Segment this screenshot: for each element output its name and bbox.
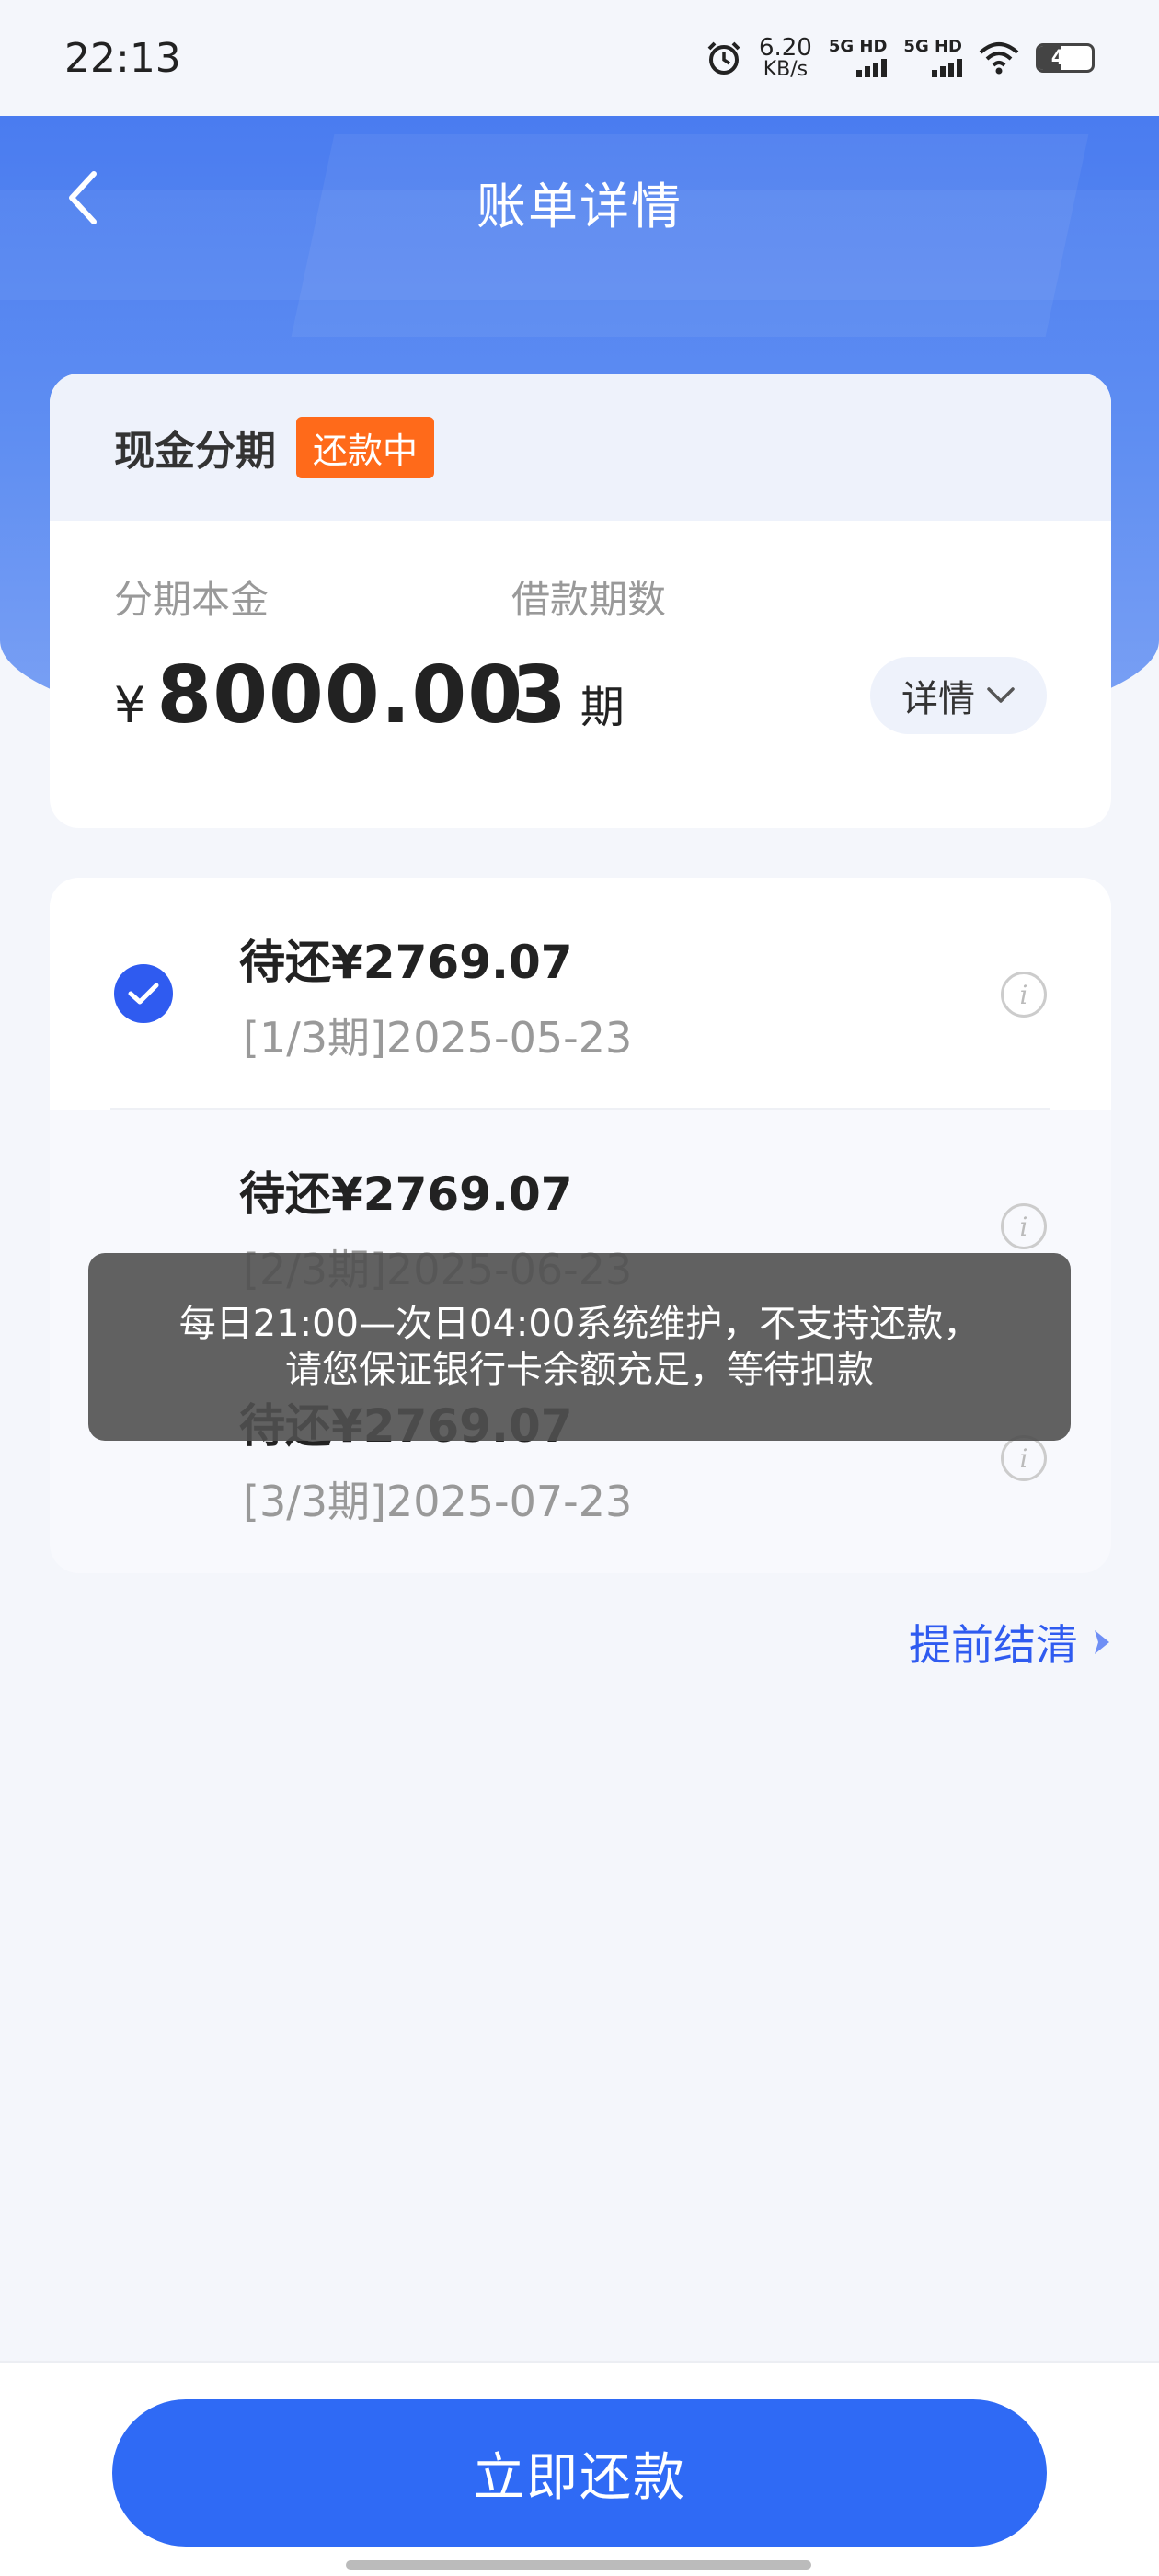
checkbox-checked-icon[interactable] bbox=[114, 964, 173, 1023]
info-icon[interactable]: i bbox=[1001, 1435, 1047, 1481]
battery-icon: 43 bbox=[1036, 43, 1095, 73]
maintenance-toast: 每日21:00—次日04:00系统维护，不支持还款， 请您保证银行卡余额充足，等… bbox=[88, 1253, 1071, 1441]
status-icons: 6.20 KB/s 5G HD 5G HD 43 bbox=[706, 36, 1095, 80]
home-indicator[interactable] bbox=[346, 2560, 811, 2570]
wifi-icon bbox=[979, 41, 1019, 75]
early-settle-label: 提前结清 bbox=[909, 1620, 1078, 1670]
net-speed-value: 6.20 bbox=[758, 34, 812, 62]
detail-button-label: 详情 bbox=[901, 678, 975, 720]
battery-level: 43 bbox=[1050, 46, 1080, 70]
sim1-signal: 5G HD bbox=[829, 39, 888, 77]
signal-icon bbox=[932, 59, 962, 77]
detail-button[interactable]: 详情 bbox=[870, 657, 1047, 734]
installments-list: 待还¥2769.07 [1/3期]2025-05-23 i 待还¥2769.07… bbox=[50, 878, 1111, 1573]
sim1-label: 5G HD bbox=[828, 37, 888, 56]
principal-label: 分期本金 bbox=[114, 577, 270, 622]
periods-label: 借款期数 bbox=[511, 577, 667, 622]
toast-line-1: 每日21:00—次日04:00系统维护，不支持还款， bbox=[178, 1303, 981, 1345]
bottom-action-bar: 立即还款 bbox=[0, 2361, 1159, 2576]
status-time: 22:13 bbox=[64, 34, 181, 82]
info-icon[interactable]: i bbox=[1001, 972, 1047, 1018]
periods-count: 3 期 bbox=[511, 650, 625, 742]
summary-header: 现金分期 还款中 bbox=[50, 374, 1111, 521]
principal-amount: ¥ 8000.00 bbox=[114, 650, 523, 742]
summary-body: 分期本金 ¥ 8000.00 借款期数 3 期 详情 bbox=[50, 521, 1111, 828]
status-bar: 22:13 6.20 KB/s 5G HD 5G HD 43 bbox=[0, 0, 1159, 116]
installment-amount: 待还¥2769.07 bbox=[239, 1167, 573, 1221]
page-title: 账单详情 bbox=[476, 178, 683, 236]
installment-period: [3/3期]2025-07-23 bbox=[243, 1477, 633, 1526]
loan-type: 现金分期 bbox=[114, 428, 276, 475]
info-icon[interactable]: i bbox=[1001, 1203, 1047, 1249]
signal-icon bbox=[856, 59, 888, 77]
principal-value: 8000.00 bbox=[156, 650, 524, 742]
periods-unit: 期 bbox=[580, 682, 625, 733]
sim2-label: 5G HD bbox=[903, 37, 962, 56]
status-badge: 还款中 bbox=[296, 416, 435, 478]
chevron-down-icon bbox=[987, 687, 1015, 703]
alarm-icon bbox=[706, 40, 742, 76]
early-settle-link[interactable]: 提前结清 bbox=[909, 1612, 1111, 1673]
sim2-signal: 5G HD bbox=[903, 39, 962, 77]
toast-line-2: 请您保证银行卡余额充足，等待扣款 bbox=[285, 1349, 874, 1391]
repay-now-button[interactable]: 立即还款 bbox=[112, 2399, 1047, 2547]
periods-value: 3 bbox=[511, 650, 568, 742]
currency-symbol: ¥ bbox=[114, 676, 146, 734]
installment-row[interactable]: 待还¥2769.07 [1/3期]2025-05-23 i bbox=[50, 878, 1111, 1110]
loan-summary-card: 现金分期 还款中 分期本金 ¥ 8000.00 借款期数 3 期 详情 bbox=[50, 374, 1111, 828]
repay-now-label: 立即还款 bbox=[473, 2447, 686, 2508]
chevron-right-icon bbox=[1095, 1630, 1109, 1654]
net-speed-unit: KB/s bbox=[763, 58, 809, 81]
installment-period: [1/3期]2025-05-23 bbox=[243, 1013, 633, 1063]
net-speed: 6.20 KB/s bbox=[759, 36, 812, 80]
installment-amount: 待还¥2769.07 bbox=[239, 936, 573, 989]
